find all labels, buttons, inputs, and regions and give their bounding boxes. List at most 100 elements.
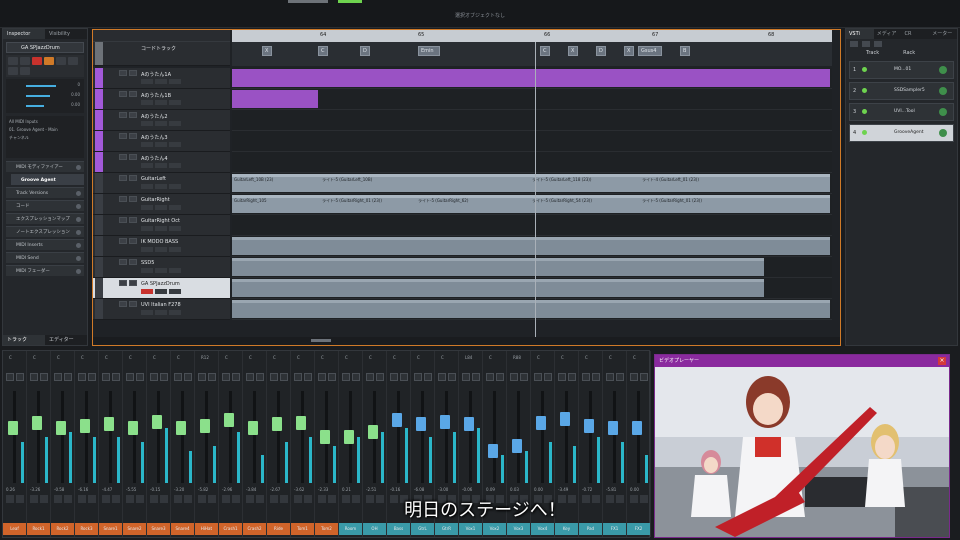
pan-value[interactable]: C xyxy=(225,355,228,360)
channel-name[interactable]: HiHat xyxy=(195,523,218,535)
event-lane[interactable] xyxy=(232,215,832,236)
track-header-chord[interactable]: コードトラック xyxy=(93,42,230,66)
solo-button[interactable] xyxy=(129,70,137,76)
write-automation-button[interactable] xyxy=(40,373,48,381)
fader-cap[interactable] xyxy=(512,439,522,453)
fader-value[interactable]: -5.82 xyxy=(198,487,208,492)
close-icon[interactable]: × xyxy=(938,357,946,365)
channel-name[interactable]: Room xyxy=(339,523,362,535)
solo-button[interactable] xyxy=(129,175,137,181)
write-automation-button[interactable] xyxy=(616,373,624,381)
edit-instrument-icon[interactable] xyxy=(939,66,947,74)
menu-icon[interactable] xyxy=(76,230,81,235)
fader-cap[interactable] xyxy=(32,416,42,430)
fader-cap[interactable] xyxy=(56,421,66,435)
write-automation-button[interactable] xyxy=(112,373,120,381)
fader-track[interactable] xyxy=(565,391,568,483)
fader-track[interactable] xyxy=(469,391,472,483)
solo-button[interactable] xyxy=(616,495,624,503)
channel-name[interactable]: Leaf xyxy=(3,523,26,535)
fader-track[interactable] xyxy=(37,391,40,483)
edit-instrument-icon[interactable] xyxy=(939,129,947,137)
write-automation-button[interactable] xyxy=(16,373,24,381)
solo-button[interactable] xyxy=(112,495,120,503)
channel-name[interactable]: Vox1 xyxy=(459,523,482,535)
solo-button[interactable] xyxy=(304,495,312,503)
section-track-versions[interactable]: Track Versions xyxy=(6,187,84,198)
freeze-button[interactable] xyxy=(20,67,30,75)
fader-cap[interactable] xyxy=(416,417,426,431)
mixer-channel[interactable]: C -3.62 Tom1 xyxy=(291,351,315,537)
pan-value[interactable]: C xyxy=(585,355,588,360)
chord-event[interactable]: X xyxy=(624,46,634,56)
timeline-ruler[interactable]: 64 65 66 67 68 xyxy=(232,30,832,42)
pan-value[interactable]: C xyxy=(321,355,324,360)
track-header[interactable]: Aのうたん1A xyxy=(93,68,230,89)
project-cursor[interactable] xyxy=(535,42,536,338)
mute-button[interactable] xyxy=(174,495,182,503)
chord-event[interactable]: Gsus4 xyxy=(638,46,662,56)
fader-value[interactable]: -0.16 xyxy=(390,487,400,492)
read-automation-button[interactable] xyxy=(318,373,326,381)
tab-cr[interactable]: CR xyxy=(902,29,930,39)
channel-name[interactable]: Bass xyxy=(387,523,410,535)
solo-button[interactable] xyxy=(129,301,137,307)
solo-button[interactable] xyxy=(640,495,648,503)
read-automation-button[interactable] xyxy=(78,373,86,381)
pan-value[interactable]: C xyxy=(561,355,564,360)
mute-button[interactable] xyxy=(119,196,127,202)
section-midi-fader[interactable]: MIDI フェーダー xyxy=(6,265,84,276)
mixer-channel[interactable]: C -0.15 Snare3 xyxy=(147,351,171,537)
write-automation-button[interactable] xyxy=(472,373,480,381)
mute-button[interactable] xyxy=(318,495,326,503)
fader-value[interactable]: 0.00 xyxy=(630,487,639,492)
write-automation-button[interactable] xyxy=(208,373,216,381)
write-automation-button[interactable] xyxy=(328,373,336,381)
video-player-title[interactable]: ビデオプレーヤー × xyxy=(655,355,949,367)
channel-name[interactable]: Vox3 xyxy=(507,523,530,535)
track-header[interactable]: Aのうたん4 xyxy=(93,152,230,173)
mute-button[interactable] xyxy=(119,259,127,265)
write-automation-button[interactable] xyxy=(448,373,456,381)
fader-value[interactable]: -2.33 xyxy=(318,487,328,492)
mixer-channel[interactable]: C -4.47 Snare1 xyxy=(99,351,123,537)
fader-track[interactable] xyxy=(493,391,496,483)
pan-value[interactable]: C xyxy=(297,355,300,360)
edit-instrument-icon[interactable] xyxy=(939,108,947,116)
pan-value[interactable]: C xyxy=(153,355,156,360)
solo-button[interactable] xyxy=(376,495,384,503)
solo-button[interactable] xyxy=(129,91,137,97)
scroll-thumb[interactable] xyxy=(311,339,331,342)
channel-name[interactable]: Crash2 xyxy=(243,523,266,535)
event-lane[interactable] xyxy=(232,110,832,131)
midi-event[interactable] xyxy=(232,300,830,318)
fader-value[interactable]: -2.67 xyxy=(270,487,280,492)
chord-event[interactable]: C xyxy=(540,46,550,56)
pan-value[interactable]: C xyxy=(393,355,396,360)
pan-value[interactable]: C xyxy=(537,355,540,360)
fader-track[interactable] xyxy=(109,391,112,483)
pan-value[interactable]: C xyxy=(417,355,420,360)
mute-button[interactable] xyxy=(198,495,206,503)
solo-button[interactable] xyxy=(352,495,360,503)
read-automation-button[interactable] xyxy=(246,373,254,381)
read-automation-button[interactable] xyxy=(510,373,518,381)
mixer-channel[interactable]: C 0.00 FX2 xyxy=(627,351,651,537)
chord-event[interactable]: D xyxy=(360,46,370,56)
write-automation-button[interactable] xyxy=(256,373,264,381)
track-header[interactable]: UVI Italian F278 xyxy=(93,299,230,320)
pan-value[interactable]: C xyxy=(57,355,60,360)
write-automation-button[interactable] xyxy=(352,373,360,381)
write-automation-button[interactable] xyxy=(640,373,648,381)
mute-button[interactable] xyxy=(78,495,86,503)
section-note-expression[interactable]: ノートエクスプレッション xyxy=(6,226,84,237)
write-automation-button[interactable] xyxy=(280,373,288,381)
solo-button[interactable] xyxy=(40,495,48,503)
solo-button[interactable] xyxy=(136,495,144,503)
channel-name[interactable]: Rock3 xyxy=(75,523,98,535)
audio-event[interactable]: GuitarRight_105 ライト-5 (GuitarRight_01 (2… xyxy=(232,195,830,213)
fader-value[interactable]: 0.26 xyxy=(6,487,15,492)
solo-button[interactable] xyxy=(129,154,137,160)
read-automation-button[interactable] xyxy=(366,373,374,381)
fader-track[interactable] xyxy=(637,391,640,483)
